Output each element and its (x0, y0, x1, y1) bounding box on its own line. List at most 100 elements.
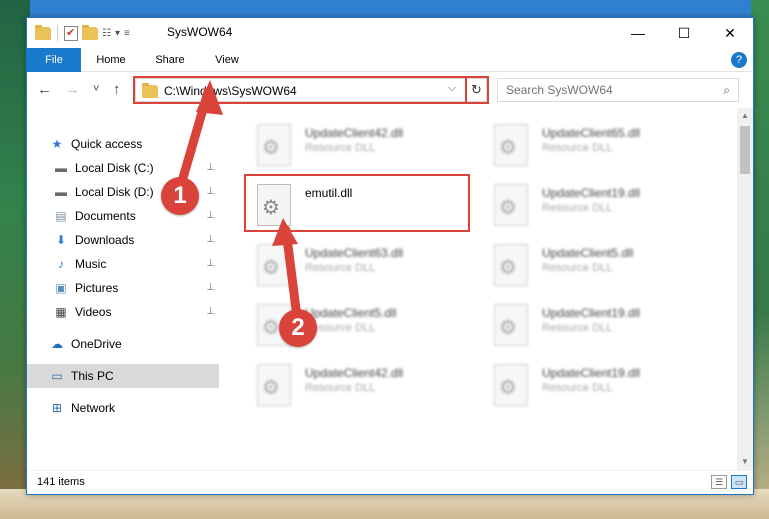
file-list: UpdateClient42.dllResource DLLemutil.dll… (219, 108, 739, 470)
window-title: SysWOW64 (167, 25, 233, 39)
sidebar-item-pictures[interactable]: ▣ Pictures ⊥ (27, 276, 219, 300)
navigation-bar: ← → ˅ ↑ C:\Windows\SysWOW64 ⌵ ↻ ⌕ (27, 72, 753, 108)
sidebar-item-local-disk-c[interactable]: ▬ Local Disk (C:) ⊥ (27, 156, 219, 180)
help-icon[interactable]: ? (731, 52, 747, 68)
scroll-down-icon[interactable]: ▼ (737, 454, 753, 470)
file-name: UpdateClient42.dll (305, 366, 404, 380)
sidebar-item-icon: ▬ (55, 161, 67, 175)
minimize-button[interactable]: — (615, 18, 661, 48)
sidebar-item-icon: ☁ (51, 337, 63, 351)
sidebar-item-icon: ▦ (55, 305, 67, 319)
sidebar-item-quick-access[interactable]: ★ Quick access (27, 132, 219, 156)
file-type: Resource DLL (305, 382, 376, 394)
sidebar-item-label: Downloads (75, 233, 135, 247)
file-type: Resource DLL (542, 202, 613, 214)
pin-icon[interactable]: ⊥ (206, 306, 215, 317)
file-name: UpdateClient65.dll (542, 126, 641, 140)
file-type: Resource DLL (305, 142, 376, 154)
sidebar-item-icon: ▤ (55, 209, 67, 223)
scrollbar-thumb[interactable] (740, 126, 750, 174)
dll-file-icon (494, 304, 528, 346)
sidebar-item-label: OneDrive (71, 337, 122, 351)
file-name: UpdateClient63.dll (305, 246, 404, 260)
dll-file-icon (257, 364, 291, 406)
sidebar-item-network[interactable]: ⊞ Network (27, 396, 219, 420)
sidebar-item-label: Quick access (71, 137, 143, 151)
file-type: Resource DLL (542, 382, 613, 394)
step-1-badge: 1 (161, 177, 199, 215)
toolbar-separator (57, 25, 58, 41)
sidebar-item-music[interactable]: ♪ Music ⊥ (27, 252, 219, 276)
qa-overflow-icon[interactable]: ≡ (124, 28, 130, 39)
large-icons-view-icon[interactable]: ▭ (731, 475, 747, 489)
pin-icon[interactable]: ⊥ (206, 210, 215, 221)
dll-file-icon (494, 124, 528, 166)
sidebar-item-label: Pictures (75, 281, 119, 295)
tab-share[interactable]: Share (147, 48, 193, 72)
tab-home[interactable]: Home (87, 48, 135, 72)
sidebar-item-onedrive[interactable]: ☁ OneDrive (27, 332, 219, 356)
file-item[interactable]: UpdateClient19.dll Resource DLL (484, 356, 714, 412)
recent-locations-icon[interactable]: ˅ (93, 83, 99, 95)
title-bar: ☷ ▾ ≡ SysWOW64 — ☐ ✕ (27, 18, 753, 48)
up-folder-icon[interactable]: ↑ (113, 81, 121, 98)
sidebar-item-this-pc[interactable]: ▭ This PC (27, 364, 219, 388)
properties-icon[interactable] (64, 25, 78, 41)
sidebar-item-icon: ⬇ (55, 233, 67, 247)
file-item[interactable]: UpdateClient63.dll Resource DLL (247, 236, 477, 292)
qa-chevron-down-icon[interactable]: ▾ (115, 28, 120, 39)
back-icon[interactable]: ← (37, 81, 52, 98)
folder-icon[interactable] (35, 24, 51, 40)
tab-view[interactable]: View (205, 48, 249, 72)
navigation-pane: ★ Quick access ▬ Local Disk (C:) ⊥ ▬ Local Dis… (27, 108, 219, 470)
sidebar-item-videos[interactable]: ▦ Videos ⊥ (27, 300, 219, 324)
file-item[interactable]: UpdateClient42.dll Resource DLL (247, 116, 477, 172)
sidebar-item-icon: ▬ (55, 185, 67, 199)
sidebar-item-icon: ▭ (51, 369, 63, 383)
dll-file-icon (494, 184, 528, 226)
sidebar-item-label: Videos (75, 305, 112, 319)
pin-icon[interactable]: ⊥ (206, 162, 215, 173)
sidebar-item-label: Documents (75, 209, 136, 223)
forward-icon[interactable]: → (65, 81, 80, 98)
pin-icon[interactable]: ⊥ (206, 282, 215, 293)
maximize-button[interactable]: ☐ (661, 18, 707, 48)
close-button[interactable]: ✕ (707, 18, 753, 48)
file-item[interactable]: UpdateClient42.dll Resource DLL (247, 356, 477, 412)
search-icon[interactable]: ⌕ (723, 83, 730, 98)
customize-toolbar-icon[interactable]: ☷ (102, 28, 111, 39)
dll-file-icon (257, 244, 291, 286)
file-name: UpdateClient19.dll (542, 306, 641, 320)
search-input[interactable] (506, 82, 706, 98)
file-type: Resource DLL (542, 322, 613, 334)
file-item[interactable]: UpdateClient19.dll Resource DLL (484, 176, 714, 232)
sidebar-item-downloads[interactable]: ⬇ Downloads ⊥ (27, 228, 219, 252)
pin-icon[interactable]: ⊥ (206, 234, 215, 245)
sidebar-item-icon: ▣ (55, 281, 67, 295)
dll-file-icon (494, 364, 528, 406)
search-box: ⌕ (497, 78, 739, 102)
tab-file[interactable]: File (27, 48, 81, 72)
file-type: Resource DLL (305, 262, 376, 274)
scroll-up-icon[interactable]: ▲ (737, 108, 753, 124)
sidebar-item-icon: ★ (51, 137, 63, 151)
sidebar-item-label: Music (75, 257, 107, 271)
file-item[interactable]: UpdateClient5.dll Resource DLL (484, 236, 714, 292)
file-name: UpdateClient42.dll (305, 126, 404, 140)
file-name: UpdateClient19.dll (542, 186, 641, 200)
file-item[interactable]: UpdateClient19.dll Resource DLL (484, 296, 714, 352)
vertical-scrollbar[interactable]: ▲ ▼ (737, 108, 753, 470)
sidebar-item-icon: ♪ (58, 257, 64, 271)
sidebar-item-icon: ⊞ (51, 401, 63, 415)
details-view-icon[interactable]: ☰ (711, 475, 727, 489)
file-item[interactable]: UpdateClient65.dll Resource DLL (484, 116, 714, 172)
file-explorer-window: ☷ ▾ ≡ SysWOW64 — ☐ ✕ File Home Share Vie… (26, 17, 754, 495)
status-bar: 141 items ☰ ▭ (27, 470, 753, 494)
quick-access-toolbar: ☷ ▾ ≡ (35, 24, 130, 41)
dll-file-icon (494, 244, 528, 286)
pin-icon[interactable]: ⊥ (206, 186, 215, 197)
sidebar-item-label: Local Disk (C:) (75, 161, 154, 175)
pin-icon[interactable]: ⊥ (206, 258, 215, 269)
new-folder-icon[interactable] (82, 24, 98, 40)
refresh-highlight-box (465, 76, 489, 104)
